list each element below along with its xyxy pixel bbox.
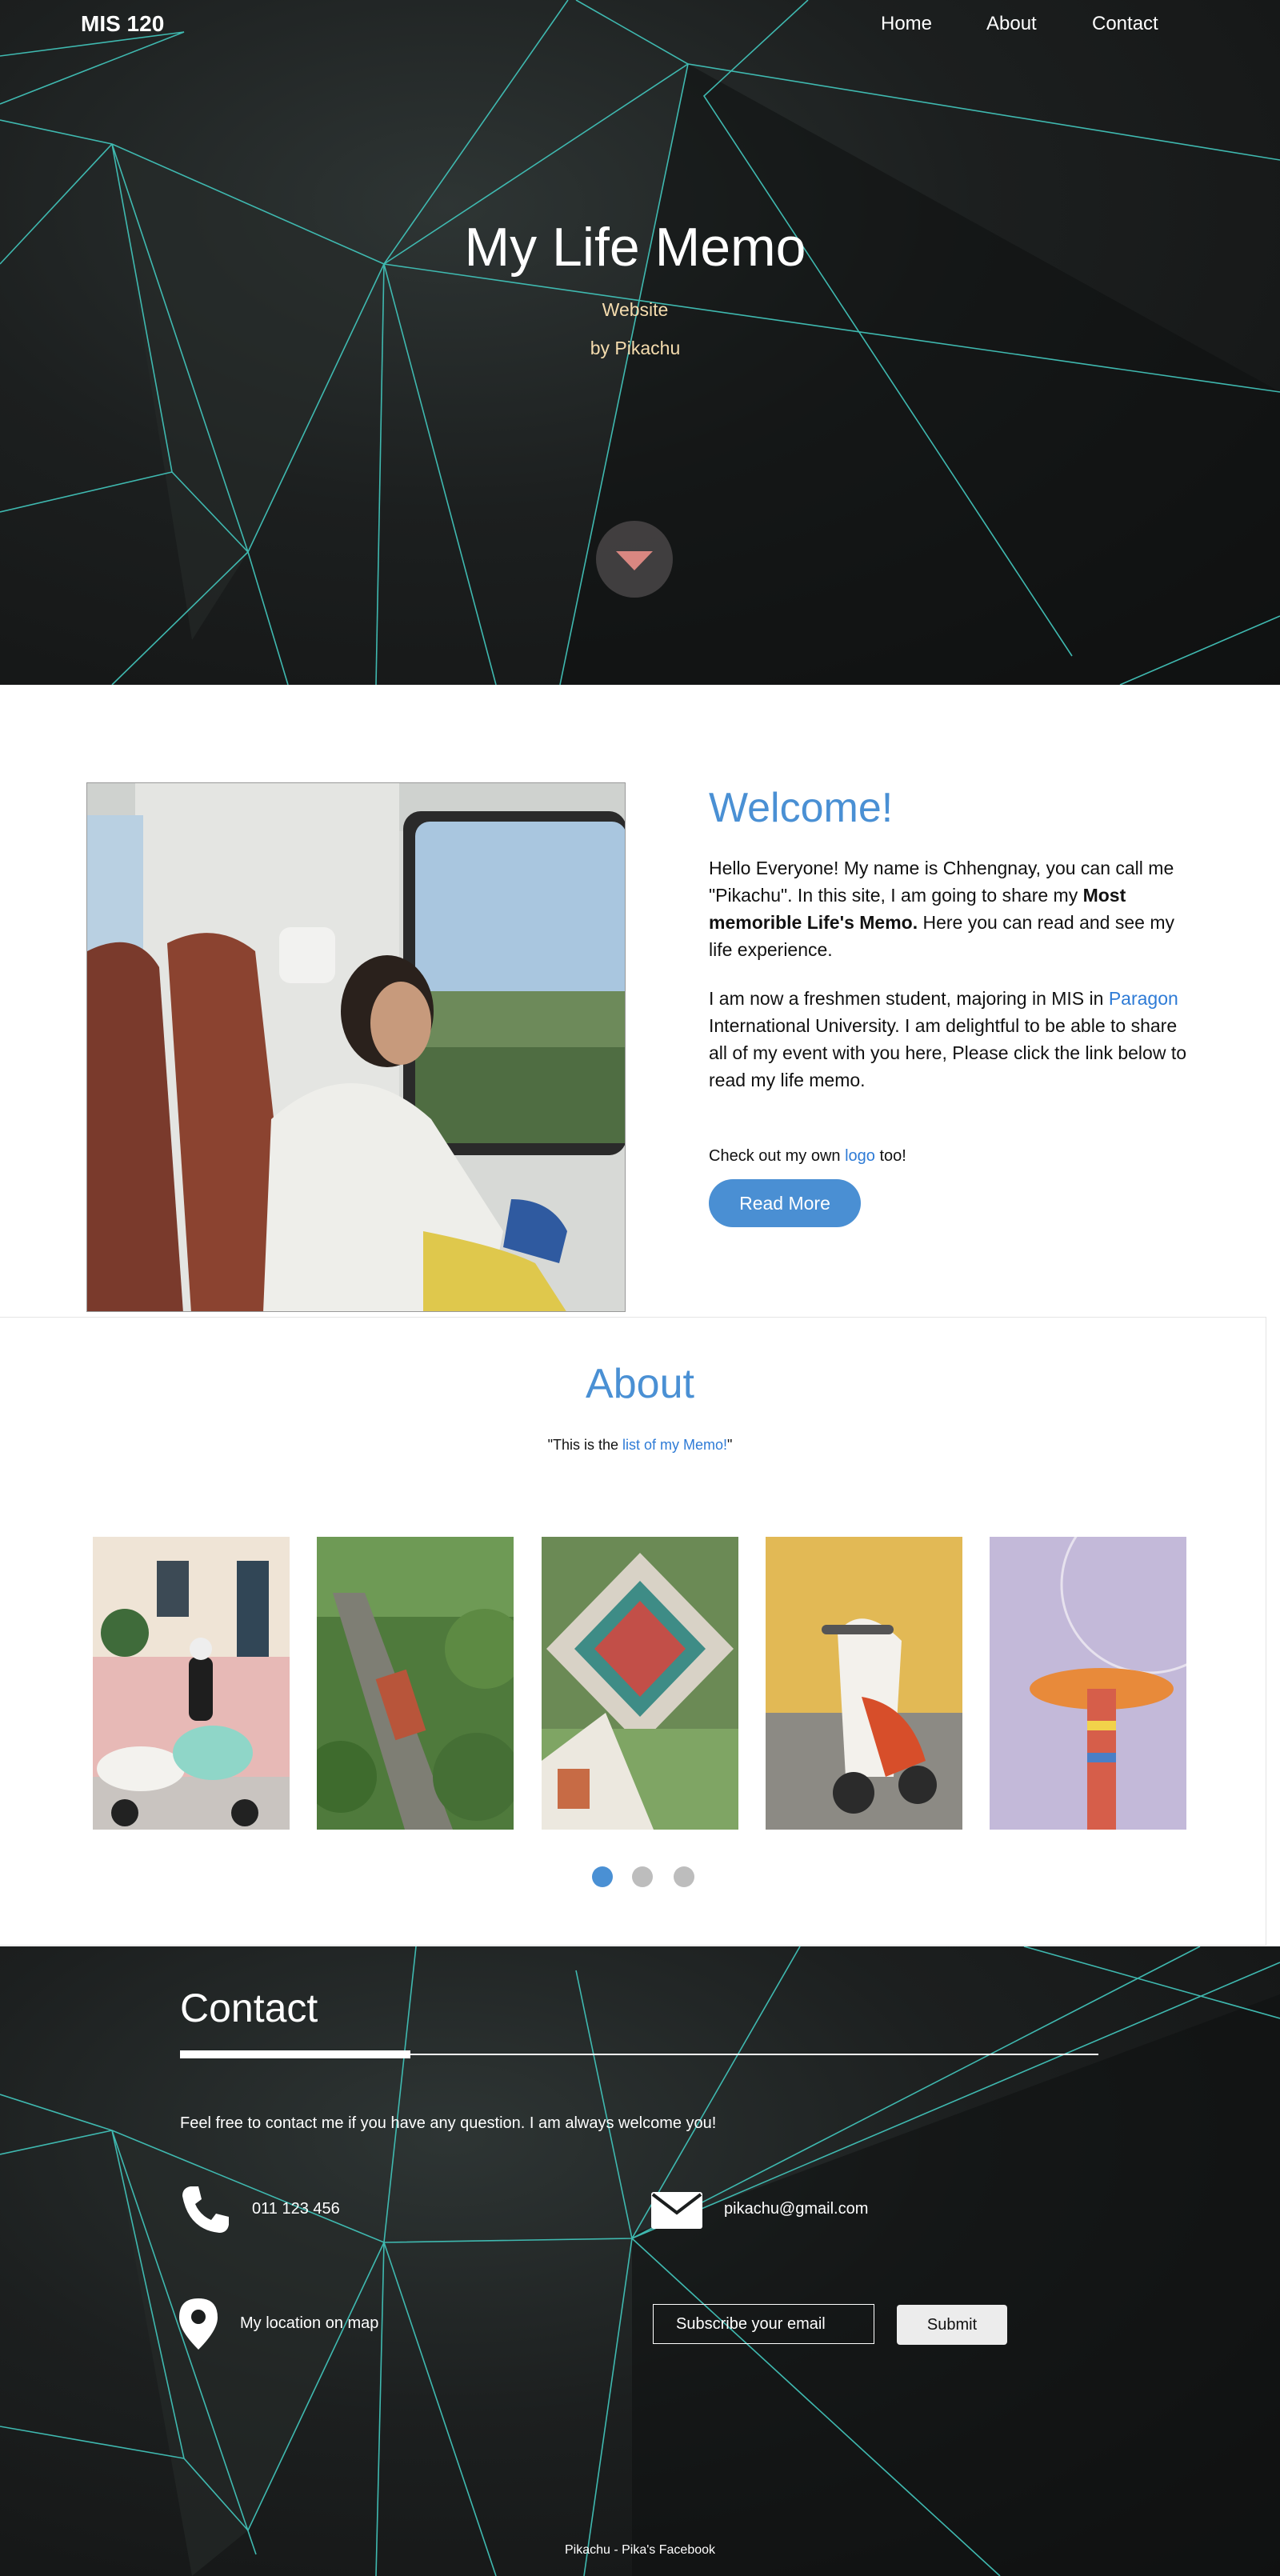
about-title: About <box>586 1361 694 1407</box>
study-text: I am now a freshmen student, majoring in… <box>709 988 1109 1009</box>
welcome-title: Welcome! <box>709 785 894 831</box>
carousel-image-bus-road[interactable] <box>317 1537 514 1830</box>
carousel-dot-3[interactable] <box>674 1866 694 1887</box>
hero-subtitle: Website <box>602 299 669 320</box>
carousel-image-vespa[interactable] <box>766 1537 962 1830</box>
memo-list-link[interactable]: list of my Memo! <box>622 1437 727 1453</box>
logo-note: Check out my own logo too! <box>709 1147 906 1166</box>
carousel-image-aerial-building[interactable] <box>542 1537 738 1830</box>
train-passenger-image <box>87 783 625 1311</box>
hero-title: My Life Memo <box>464 217 806 278</box>
carousel-image-ferris-wheel[interactable] <box>990 1537 1186 1830</box>
carousel-image-scooter-rider[interactable] <box>93 1537 290 1830</box>
scooter-rider-image <box>93 1537 290 1830</box>
phone-icon <box>182 2186 229 2233</box>
location-link[interactable]: My location on map <box>240 2314 378 2333</box>
navbar: MIS 120 Home About Contact <box>0 0 1280 50</box>
read-more-button[interactable]: Read More <box>709 1179 861 1227</box>
carousel-dot-1[interactable] <box>592 1866 613 1887</box>
nav-contact-link[interactable]: Contact <box>1092 13 1158 35</box>
study-text-end: International University. I am delightfu… <box>709 1015 1187 1090</box>
mail-icon <box>651 2192 702 2229</box>
phone-number[interactable]: 011 123 456 <box>252 2200 340 2218</box>
map-pin-icon <box>179 2298 218 2350</box>
logo-link[interactable]: logo <box>845 1147 875 1165</box>
contact-section: Contact Feel free to contact me if you h… <box>0 1946 1280 2576</box>
welcome-photo <box>86 782 626 1312</box>
contact-title: Contact <box>180 1986 318 2030</box>
hero-section: MIS 120 Home About Contact My Life Memo … <box>0 0 1280 685</box>
nav-home-link[interactable]: Home <box>881 13 932 35</box>
brand-logo[interactable]: MIS 120 <box>81 11 164 37</box>
ferris-wheel-image <box>990 1537 1186 1830</box>
welcome-paragraph-intro: Hello Everyone! My name is Chhengnay, yo… <box>709 854 1197 963</box>
welcome-paragraph-study: I am now a freshmen student, majoring in… <box>709 985 1197 1094</box>
logo-note-end: too! <box>874 1147 906 1165</box>
footer-text[interactable]: Pikachu - Pika's Facebook <box>0 2543 1280 2558</box>
caret-down-icon <box>616 551 653 570</box>
paragon-link[interactable]: Paragon <box>1109 988 1178 1009</box>
contact-text: Feel free to contact me if you have any … <box>180 2114 717 2132</box>
quote-end: " <box>727 1437 733 1453</box>
contact-divider-accent <box>180 2050 410 2058</box>
carousel-dot-2[interactable] <box>632 1866 653 1887</box>
vespa-image <box>766 1537 962 1830</box>
about-quote: "This is the list of my Memo!" <box>0 1437 1280 1454</box>
aerial-building-image <box>542 1537 738 1830</box>
scroll-down-button[interactable] <box>596 521 673 598</box>
nav-about-link[interactable]: About <box>986 13 1037 35</box>
logo-note-text: Check out my own <box>709 1147 846 1165</box>
hero-byline: by Pikachu <box>590 338 681 358</box>
quote-text: "This is the <box>547 1437 622 1453</box>
email-address[interactable]: pikachu@gmail.com <box>724 2200 868 2218</box>
bus-road-image <box>317 1537 514 1830</box>
subscribe-email-input[interactable]: Subscribe your email <box>653 2304 874 2344</box>
submit-button[interactable]: Submit <box>897 2305 1007 2345</box>
mesh-background-contact <box>0 1946 1280 2576</box>
